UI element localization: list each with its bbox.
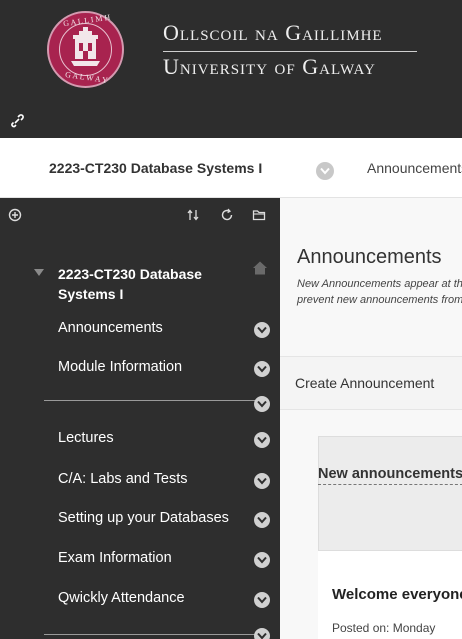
create-announcement-button[interactable]: Create Announcement xyxy=(295,375,434,391)
page-description-line: prevent new announcements from being sho… xyxy=(297,294,462,306)
site-header: G A L L I M H G A L W A Y Ollscoil na Ga… xyxy=(0,0,462,138)
announcement-title: Welcome everyone xyxy=(332,586,462,603)
sidebar-course-title[interactable]: 2223-CT230 Database Systems I xyxy=(58,264,238,304)
main-content: Announcements New Announcements appear a… xyxy=(280,198,462,639)
sidebar-item-label: C/A: Labs and Tests xyxy=(58,471,188,487)
chevron-down-icon[interactable] xyxy=(254,628,270,639)
sidebar-item-label: Setting up your Databases xyxy=(58,510,229,526)
sidebar-item-module-information[interactable]: Module Information xyxy=(58,359,278,381)
reorder-icon[interactable] xyxy=(186,208,200,222)
sidebar-item-labs-and-tests[interactable]: C/A: Labs and Tests xyxy=(58,471,278,493)
announcement-posted-date: Posted on: Monday xyxy=(332,621,436,635)
chevron-down-icon[interactable] xyxy=(254,512,270,528)
university-name-english: University of Galway xyxy=(163,54,376,79)
university-name-irish: Ollscoil na Gaillimhe xyxy=(163,20,383,45)
sidebar-divider xyxy=(44,400,258,401)
sidebar-item-label: Lectures xyxy=(58,430,114,446)
sidebar-item-label: Module Information xyxy=(58,359,183,375)
breadcrumb: 2223-CT230 Database Systems I Announceme… xyxy=(0,138,462,198)
chevron-down-icon[interactable] xyxy=(254,322,270,338)
sidebar-item-label: Qwickly Attendance xyxy=(58,590,185,606)
sidebar-item-announcements[interactable]: Announcements xyxy=(58,320,278,342)
link-icon[interactable] xyxy=(10,114,24,128)
action-bar: Create Announcement xyxy=(280,356,462,410)
university-seal-logo[interactable]: G A L L I M H G A L W A Y xyxy=(47,11,124,88)
chevron-down-icon[interactable] xyxy=(254,432,270,448)
collapse-triangle-icon[interactable] xyxy=(34,269,44,277)
chevron-down-icon[interactable] xyxy=(254,361,270,377)
folder-view-icon[interactable] xyxy=(252,208,266,222)
header-divider xyxy=(163,51,417,52)
refresh-icon[interactable] xyxy=(220,208,234,222)
sidebar-item-lectures[interactable]: Lectures xyxy=(58,430,278,452)
page-description: New Announcements appear at the top of t… xyxy=(297,276,462,308)
chevron-down-icon[interactable] xyxy=(254,396,270,412)
sidebar-item-exam-information[interactable]: Exam Information xyxy=(58,550,278,572)
sidebar-item-label: Exam Information xyxy=(58,550,172,566)
page-title: Announcements xyxy=(297,246,442,268)
home-icon[interactable] xyxy=(252,260,268,276)
sidebar-item-setting-up-databases[interactable]: Setting up your Databases xyxy=(58,510,278,532)
breadcrumb-course-link[interactable]: 2223-CT230 Database Systems I xyxy=(49,160,262,176)
page-description-line: New Announcements appear at the top of t… xyxy=(297,278,462,290)
sidebar-divider xyxy=(44,634,258,635)
add-menu-item-icon[interactable] xyxy=(8,208,22,222)
breadcrumb-current-page: Announcements xyxy=(367,160,462,176)
chevron-down-icon[interactable] xyxy=(254,592,270,608)
chevron-down-icon[interactable] xyxy=(254,552,270,568)
announcement-item: Welcome everyone Posted on: Monday xyxy=(318,550,462,639)
sidebar-toolbar xyxy=(0,198,280,232)
breadcrumb-menu-chevron-icon[interactable] xyxy=(316,162,334,180)
sidebar-item-label: Announcements xyxy=(58,320,163,336)
new-announcements-heading[interactable]: New announcements xyxy=(318,466,462,485)
sidebar-item-qwickly-attendance[interactable]: Qwickly Attendance xyxy=(58,590,278,612)
chevron-down-icon[interactable] xyxy=(254,473,270,489)
course-menu-sidebar: 2223-CT230 Database Systems I Announceme… xyxy=(0,198,280,639)
